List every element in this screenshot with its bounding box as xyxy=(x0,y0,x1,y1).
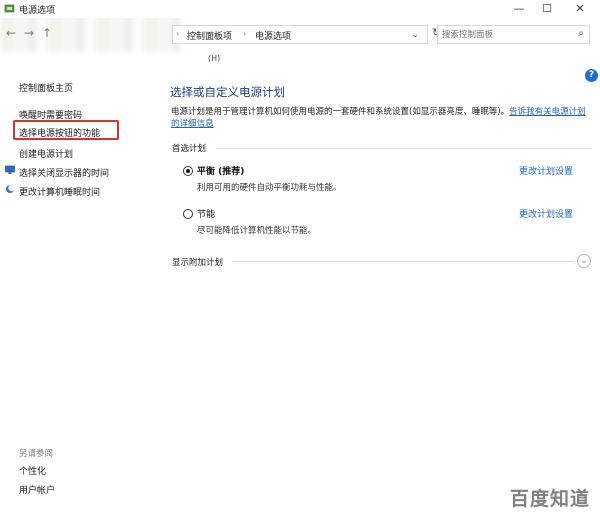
balanced-plan-description: 利用可用的硬件自动平衡功耗与性能。 xyxy=(197,183,342,193)
forward-arrow-icon[interactable]: → xyxy=(24,26,34,40)
power-saver-plan-name[interactable]: 节能 xyxy=(197,207,215,220)
address-dropdown-icon[interactable]: ⌄ xyxy=(412,30,419,39)
description-text: 电源计划是用于管理计算机如何使用电源的一套硬件和系统设置(如显示器亮度、睡眠等)… xyxy=(171,107,510,117)
page-description: 电源计划是用于管理计算机如何使用电源的一套硬件和系统设置(如显示器亮度、睡眠等)… xyxy=(171,106,591,130)
additional-divider xyxy=(232,261,574,262)
back-arrow-icon[interactable]: ← xyxy=(6,26,16,40)
search-input[interactable] xyxy=(442,28,570,41)
help-icon[interactable]: ? xyxy=(585,69,598,82)
see-also-heading: 另请参阅 xyxy=(19,449,54,459)
breadcrumb-separator: › xyxy=(243,29,247,38)
search-icon[interactable]: ⌕ xyxy=(578,28,584,39)
close-button[interactable]: ✕ xyxy=(566,0,594,18)
power-saver-change-settings-link[interactable]: 更改计划设置 xyxy=(519,207,573,220)
see-also-user-accounts[interactable]: 用户帐户 xyxy=(19,483,55,496)
title-bar: 电源选项 — ☐ ✕ xyxy=(0,0,600,18)
section-divider xyxy=(216,148,592,149)
breadcrumb-power-options[interactable]: 电源选项 xyxy=(255,29,291,42)
up-arrow-icon[interactable]: ↑ xyxy=(42,26,52,40)
expand-chevron-icon[interactable]: ⌄ xyxy=(577,254,591,268)
maximize-button[interactable]: ☐ xyxy=(533,0,561,18)
sidebar-item-create-plan[interactable]: 创建电源计划 xyxy=(19,147,73,160)
address-bar[interactable]: › 控制面板项 › 电源选项 ⌄ xyxy=(172,25,428,44)
page-title: 选择或自定义电源计划 xyxy=(170,85,285,99)
minimize-button[interactable]: — xyxy=(505,0,533,18)
search-box[interactable]: ⌕ xyxy=(437,25,590,44)
power-saver-plan-description: 尽可能降低计算机性能以节能。 xyxy=(197,226,317,236)
window-title: 电源选项 xyxy=(19,6,56,16)
sidebar-item-sleep-time[interactable]: 更改计算机睡眠时间 xyxy=(19,185,100,198)
power-options-icon xyxy=(4,4,15,13)
selected-plans-heading: 首选计划 xyxy=(172,144,207,154)
balanced-plan-name[interactable]: 平衡 (推荐) xyxy=(197,164,244,177)
breadcrumb-control-panel-items[interactable]: 控制面板项 xyxy=(187,29,232,42)
sidebar-item-power-button[interactable]: 选择电源按钮的功能 xyxy=(19,126,100,139)
see-also-personalization[interactable]: 个性化 xyxy=(19,464,46,477)
navigation-bar: ← → ↑ › 控制面板项 › 电源选项 ⌄ ↻ ⌕ xyxy=(0,22,600,48)
sidebar-item-display-off-time[interactable]: 选择关闭显示器的时间 xyxy=(19,166,109,179)
balanced-plan-radio[interactable] xyxy=(183,166,193,176)
control-panel-home-link[interactable]: 控制面板主页 xyxy=(19,81,73,94)
show-additional-plans[interactable]: 显示附加计划 xyxy=(172,256,223,268)
watermark-logo: 百度知道 xyxy=(510,488,591,510)
monitor-icon xyxy=(5,165,15,174)
breadcrumb-separator: › xyxy=(176,29,180,38)
moon-sleep-icon xyxy=(6,184,15,193)
menu-hint[interactable]: (H) xyxy=(208,54,220,63)
power-saver-plan-radio[interactable] xyxy=(183,209,193,219)
balanced-change-settings-link[interactable]: 更改计划设置 xyxy=(519,164,573,177)
